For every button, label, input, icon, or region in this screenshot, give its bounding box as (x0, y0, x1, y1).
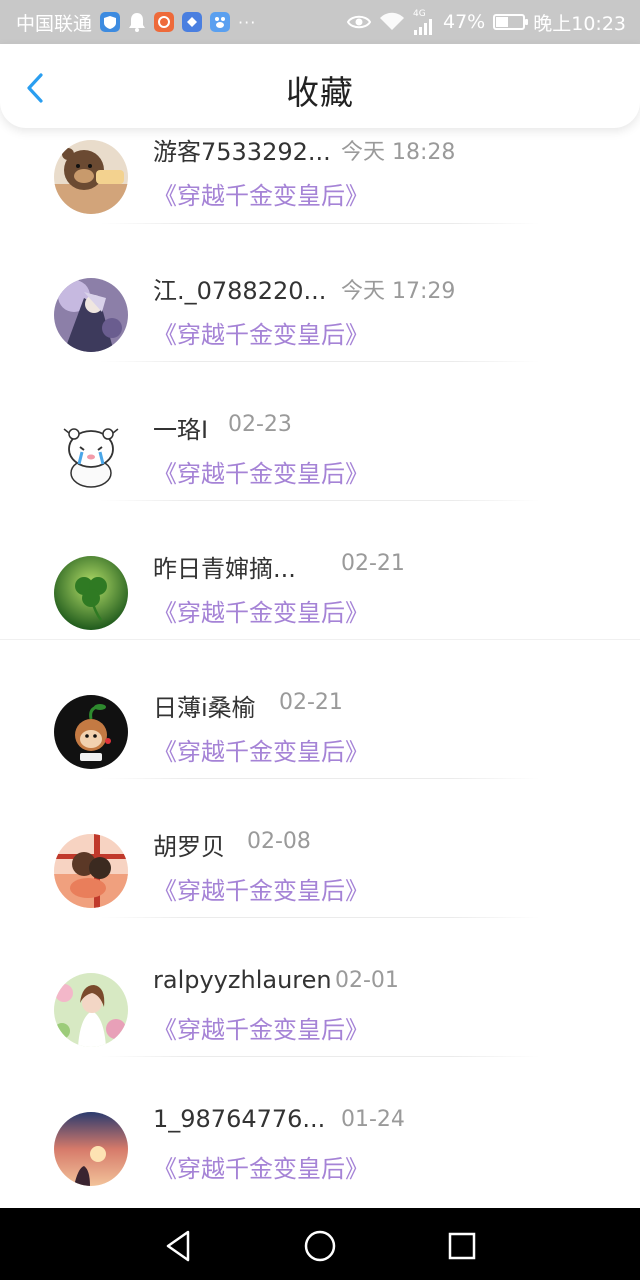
user-name: 1_98764776... (153, 1105, 326, 1133)
crying-bear-avatar (54, 417, 128, 491)
bell-app-icon (128, 12, 146, 32)
divider (100, 361, 540, 362)
list-item[interactable]: 1_98764776... 01-24 《穿越千金变皇后》 (0, 1083, 640, 1208)
status-bar-right: 4G 47% 晚上10:23 (347, 9, 626, 36)
book-title-link[interactable]: 《穿越千金变皇后》 (153, 454, 369, 489)
system-nav-bar (0, 1208, 640, 1280)
nav-home-button[interactable] (300, 1226, 340, 1266)
divider (100, 223, 540, 224)
avatar[interactable] (54, 1112, 128, 1186)
list-item[interactable]: 游客7533292... 今天 18:28 《穿越千金变皇后》 (0, 120, 640, 249)
monkey-avatar (54, 695, 128, 769)
book-title-link[interactable]: 《穿越千金变皇后》 (153, 1010, 369, 1045)
app-icon-orange (154, 12, 175, 32)
divider (100, 500, 540, 501)
more-notifications: ··· (238, 12, 257, 32)
sunset-avatar (54, 1112, 128, 1186)
list-item[interactable]: 昨日青婶摘... 02-21 《穿越千金变皇后》 (0, 527, 640, 666)
timestamp: 02-01 (335, 968, 399, 993)
book-title-link[interactable]: 《穿越千金变皇后》 (153, 871, 369, 906)
user-name: 一珞I (153, 416, 209, 444)
user-name: 游客7533292... (153, 138, 331, 166)
avatar[interactable] (54, 834, 128, 908)
book-title-link[interactable]: 《穿越千金变皇后》 (153, 176, 369, 211)
divider (0, 639, 640, 640)
home-circle-icon (304, 1230, 336, 1262)
nav-back-button[interactable] (160, 1226, 200, 1266)
list-item[interactable]: 日薄i桑榆 02-21 《穿越千金变皇后》 (0, 666, 640, 805)
user-name: 江._0788220... (153, 277, 327, 305)
shield-app-icon (100, 12, 121, 32)
battery-percent: 47% (443, 11, 486, 33)
battery-fill (496, 17, 509, 27)
app-icon-blue (182, 12, 203, 32)
book-title-link[interactable]: 《穿越千金变皇后》 (153, 1149, 369, 1184)
book-title-link[interactable]: 《穿越千金变皇后》 (153, 732, 369, 767)
back-triangle-icon (166, 1230, 190, 1262)
user-name: 昨日青婶摘... (153, 555, 296, 583)
book-title-link[interactable]: 《穿越千金变皇后》 (153, 593, 369, 628)
list-item[interactable]: 胡罗贝 02-08 《穿越千金变皇后》 (0, 805, 640, 944)
bear-avatar (54, 140, 128, 214)
list-item[interactable]: 一珞I 02-23 《穿越千金变皇后》 (0, 388, 640, 527)
avatar[interactable] (54, 695, 128, 769)
couple-avatar (54, 834, 128, 908)
page-title: 收藏 (286, 73, 354, 112)
wifi-icon (379, 12, 405, 32)
status-bar: 中国联通 ··· 4G 47% 晚上10:23 (0, 0, 640, 44)
avatar[interactable] (54, 140, 128, 214)
avatar[interactable] (54, 973, 128, 1047)
status-bar-left: 中国联通 ··· (16, 9, 256, 36)
girl-flowers-avatar (54, 973, 128, 1047)
timestamp: 01-24 (341, 1107, 405, 1132)
timestamp: 今天 17:29 (341, 279, 456, 304)
divider (100, 778, 540, 779)
battery-icon (493, 14, 529, 30)
carrier-label: 中国联通 (16, 12, 93, 35)
anime-avatar (54, 278, 128, 352)
timestamp: 02-08 (247, 829, 311, 854)
eye-icon (347, 14, 371, 30)
avatar[interactable] (54, 417, 128, 491)
user-name: 日薄i桑榆 (153, 694, 256, 722)
signal-icon: 4G (413, 8, 435, 35)
status-time: 晚上10:23 (533, 12, 626, 35)
user-name: ralpyyzhlauren (153, 966, 332, 994)
favorites-list[interactable]: 游客7533292... 今天 18:28 《穿越千金变皇后》 江._07882… (0, 120, 640, 1208)
nav-recents-button[interactable] (442, 1226, 482, 1266)
book-title-link[interactable]: 《穿越千金变皇后》 (153, 315, 369, 350)
recents-square-icon (448, 1232, 476, 1260)
list-item[interactable]: 江._0788220... 今天 17:29 《穿越千金变皇后》 (0, 249, 640, 388)
app-header: 收藏 (0, 44, 640, 128)
divider (100, 917, 540, 918)
timestamp: 今天 18:28 (341, 140, 456, 165)
user-name: 胡罗贝 (153, 833, 225, 861)
network-badge: 4G (413, 8, 426, 19)
timestamp: 02-21 (341, 551, 405, 576)
timestamp: 02-23 (228, 412, 292, 437)
clover-avatar (54, 556, 128, 630)
avatar[interactable] (54, 556, 128, 630)
timestamp: 02-21 (279, 690, 343, 715)
paw-app-icon (210, 12, 231, 32)
avatar[interactable] (54, 278, 128, 352)
list-item[interactable]: ralpyyzhlauren 02-01 《穿越千金变皇后》 (0, 944, 640, 1083)
divider (100, 1056, 540, 1057)
